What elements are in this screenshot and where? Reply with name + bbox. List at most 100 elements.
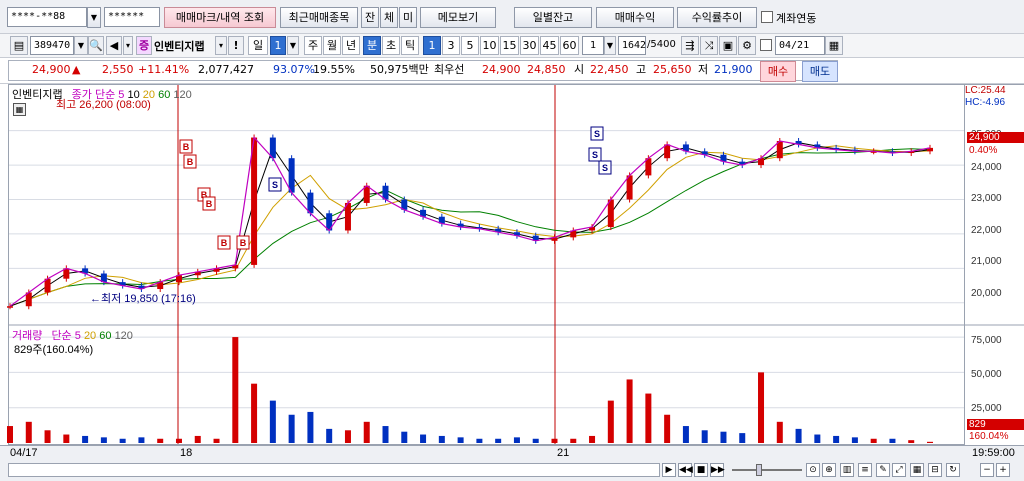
crosshair-icon[interactable]: ⊕ xyxy=(822,463,836,477)
volume-bar xyxy=(457,437,464,443)
last-pct-tag: 0.40% xyxy=(969,145,998,156)
price-candle xyxy=(607,199,614,228)
fast-forward-icon[interactable]: ▶▶ xyxy=(710,463,725,477)
ytick-24000: 24,000 xyxy=(971,162,1002,173)
volume-bar xyxy=(833,435,840,443)
ma-120: 120 xyxy=(173,89,192,101)
ytick-21000: 21,000 xyxy=(971,256,1002,267)
volume-bar xyxy=(927,441,933,443)
indicator-icon[interactable]: ≡ xyxy=(858,463,872,477)
volume-bar xyxy=(532,438,539,443)
sell-marker: S xyxy=(594,129,600,139)
high-note: 최고 26,200 (08:00) xyxy=(56,99,151,111)
xlabel-21: 21 xyxy=(557,447,570,459)
volume-bar xyxy=(269,400,276,443)
buy-marker: B xyxy=(240,238,247,248)
grid-icon[interactable]: ▦ xyxy=(13,103,26,116)
ytick-20000: 20,000 xyxy=(971,288,1002,299)
horizontal-scrollbar[interactable] xyxy=(8,463,660,477)
vtick-50000: 50,000 xyxy=(971,369,1002,380)
volume-bar xyxy=(626,379,633,443)
minus-icon[interactable]: − xyxy=(980,463,994,477)
volume-bar xyxy=(513,437,520,443)
ytick-23000: 23,000 xyxy=(971,193,1002,204)
scroll-right-icon[interactable]: ▶ xyxy=(662,463,676,477)
volume-bar xyxy=(889,438,896,443)
volume-bar xyxy=(382,426,389,443)
volume-bar xyxy=(363,421,370,443)
volume-bar xyxy=(401,431,408,443)
volume-bar xyxy=(607,400,614,443)
vma-120: 120 xyxy=(114,330,133,342)
buy-marker: B xyxy=(183,142,190,152)
xlabel-0417: 04/17 xyxy=(10,447,38,459)
volume-bar xyxy=(495,438,502,443)
lc-label: LC:25.44 xyxy=(965,85,1006,96)
volume-bar xyxy=(175,438,182,443)
xlabel-18: 18 xyxy=(180,447,193,459)
volume-bar xyxy=(307,411,314,443)
volume-bar xyxy=(795,428,802,443)
vma-60: 60 xyxy=(99,330,112,342)
volume-bar xyxy=(851,437,858,443)
volume-bar xyxy=(551,438,558,443)
price-candle xyxy=(251,137,258,265)
plus-icon[interactable]: + xyxy=(996,463,1010,477)
volume-bar xyxy=(645,393,652,443)
volume-bar xyxy=(7,426,13,443)
volume-note: 829주(160.04%) xyxy=(14,344,94,356)
volume-bar xyxy=(664,414,671,443)
volume-bar xyxy=(232,337,239,443)
volume-bar xyxy=(251,383,258,443)
link-icon[interactable]: ⊙ xyxy=(806,463,820,477)
sell-marker: S xyxy=(272,180,278,190)
volume-bar xyxy=(720,431,727,443)
volume-bar xyxy=(25,421,32,443)
zoom-slider[interactable] xyxy=(732,463,802,477)
buy-marker: B xyxy=(221,238,228,248)
volume-bar xyxy=(758,372,765,443)
volume-bar xyxy=(476,438,483,443)
volume-bar xyxy=(870,438,877,443)
time-label: 19:59:00 xyxy=(972,447,1015,459)
volume-bar xyxy=(776,421,783,443)
volume-bar xyxy=(682,426,689,443)
chart-svg: BBBBB BSSSS xyxy=(7,85,1024,444)
vtick-25000: 25,000 xyxy=(971,403,1002,414)
volume-bar xyxy=(908,440,915,443)
volume-bar xyxy=(326,428,333,443)
volume-bar xyxy=(438,435,445,443)
ma-line-10 xyxy=(9,142,931,307)
last-volume-pct: 160.04% xyxy=(969,431,1009,442)
expand-icon[interactable]: ⤢ xyxy=(892,463,906,477)
grid-toggle-icon[interactable]: ▦ xyxy=(910,463,924,477)
rewind-icon[interactable]: ◀◀ xyxy=(678,463,693,477)
ma-line-20 xyxy=(9,145,931,307)
volume-bar xyxy=(420,434,427,443)
volume-bar xyxy=(157,438,164,443)
volume-bar xyxy=(119,438,126,443)
refresh-icon[interactable]: ↻ xyxy=(946,463,960,477)
volume-bar xyxy=(138,437,145,443)
volume-bar xyxy=(589,435,596,443)
last-volume-tag: 829 xyxy=(967,419,1024,430)
volume-bar xyxy=(344,430,351,443)
sell-marker: S xyxy=(592,150,598,160)
vtick-75000: 75,000 xyxy=(971,335,1002,346)
volume-bar xyxy=(739,433,746,443)
buy-marker: B xyxy=(187,157,194,167)
tool-icon[interactable]: ✎ xyxy=(876,463,890,477)
volume-bar xyxy=(213,438,220,443)
stop-icon[interactable]: ■ xyxy=(694,463,708,477)
zoom-slider-thumb[interactable] xyxy=(756,464,762,476)
ytick-22000: 22,000 xyxy=(971,225,1002,236)
volume-bar xyxy=(44,430,51,443)
volume-bar xyxy=(63,434,70,443)
price-candle xyxy=(288,158,295,193)
volume-bar xyxy=(194,435,201,443)
ma-60: 60 xyxy=(158,89,171,101)
volume-bar xyxy=(814,434,821,443)
shrink-icon[interactable]: ⊟ xyxy=(928,463,942,477)
chart-type-icon[interactable]: ▥ xyxy=(840,463,854,477)
volume-bar xyxy=(82,435,89,443)
